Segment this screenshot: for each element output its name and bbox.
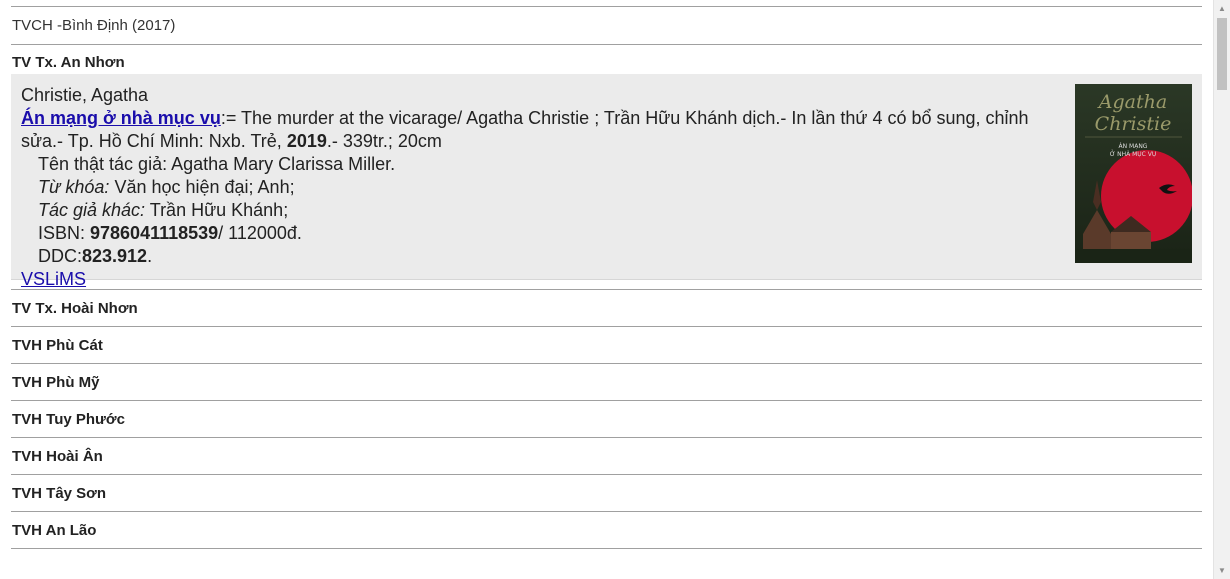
record-text: Christie, Agatha Án mạng ở nhà mục vụ:= …: [21, 84, 1051, 291]
other-authors-value: Trần Hữu Khánh;: [145, 200, 289, 220]
record-keywords: Từ khóa: Văn học hiện đại; Anh;: [21, 176, 1051, 199]
scroll-down-arrow-icon[interactable]: ▼: [1214, 562, 1230, 579]
keywords-value: Văn học hiện đại; Anh;: [109, 177, 295, 197]
isbn-price: / 112000đ.: [218, 223, 302, 243]
ddc-label: DDC:: [38, 246, 82, 266]
record-year: 2019: [286, 131, 327, 151]
cover-author-bottom: Christie: [1095, 113, 1172, 135]
ddc-value: 823.912: [82, 246, 148, 266]
cover-red-disc: [1101, 150, 1192, 242]
isbn-label: ISBN:: [38, 223, 91, 243]
library-heading-hoai-an[interactable]: TVH Hoài Ân: [11, 438, 1202, 474]
record-author: Christie, Agatha: [21, 85, 149, 105]
other-authors-label: Tác giả khác:: [38, 200, 146, 220]
cover-author-top: Agatha: [1097, 91, 1167, 113]
cover-art: Agatha Christie ÁN MẠNG Ở NHÀ MỤC VỤ: [1075, 84, 1192, 263]
ddc-end: .: [147, 246, 153, 266]
library-heading-hoai-nhon[interactable]: TV Tx. Hoài Nhơn: [11, 290, 1202, 326]
scroll-thumb[interactable]: [1217, 18, 1227, 90]
library-heading-phu-my[interactable]: TVH Phù Mỹ: [11, 364, 1202, 400]
isbn-value: 9786041118539: [90, 223, 219, 243]
book-title-link[interactable]: Án mạng ở nhà mục vụ: [21, 108, 221, 128]
keywords-label: Từ khóa:: [38, 177, 110, 197]
vertical-scrollbar[interactable]: ▲ ▼: [1213, 0, 1230, 579]
library-heading-phu-cat[interactable]: TVH Phù Cát: [11, 327, 1202, 363]
book-cover-image[interactable]: Agatha Christie ÁN MẠNG Ở NHÀ MỤC VỤ: [1075, 84, 1192, 263]
record-vslims: VSLiMS: [21, 268, 1051, 291]
record-other-authors: Tác giả khác: Trần Hữu Khánh;: [21, 199, 1051, 222]
library-heading-tay-son[interactable]: TVH Tây Sơn: [11, 475, 1202, 511]
record-real-name: Tên thật tác giả: Agatha Mary Clarissa M…: [38, 154, 396, 174]
holdings-list: TVCH -Bình Định (2017) TV Tx. An Nhơn Ch…: [11, 6, 1202, 549]
cover-title-line1: ÁN MẠNG: [1119, 143, 1148, 150]
library-heading-an-nhon: TV Tx. An Nhơn: [12, 54, 125, 71]
scroll-up-arrow-icon[interactable]: ▲: [1214, 0, 1230, 17]
collection-title: TVCH -Bình Định (2017): [12, 17, 176, 34]
cover-title-line2: Ở NHÀ MỤC VỤ: [1110, 150, 1157, 158]
record-ddc: DDC:823.912.: [21, 245, 1051, 268]
divider: [11, 548, 1202, 549]
record-pages: .- 339tr.; 20cm: [326, 131, 442, 151]
library-heading-an-lao[interactable]: TVH An Lão: [11, 512, 1202, 548]
page: TVCH -Bình Định (2017) TV Tx. An Nhơn Ch…: [0, 0, 1230, 579]
library-heading-tuy-phuoc[interactable]: TVH Tuy Phước: [11, 401, 1202, 437]
vslims-link[interactable]: VSLiMS: [21, 269, 86, 289]
record-isbn: ISBN: 9786041118539/ 112000đ.: [21, 222, 1051, 245]
book-record: Christie, Agatha Án mạng ở nhà mục vụ:= …: [11, 74, 1202, 289]
record-description: Án mạng ở nhà mục vụ:= The murder at the…: [21, 107, 1051, 153]
